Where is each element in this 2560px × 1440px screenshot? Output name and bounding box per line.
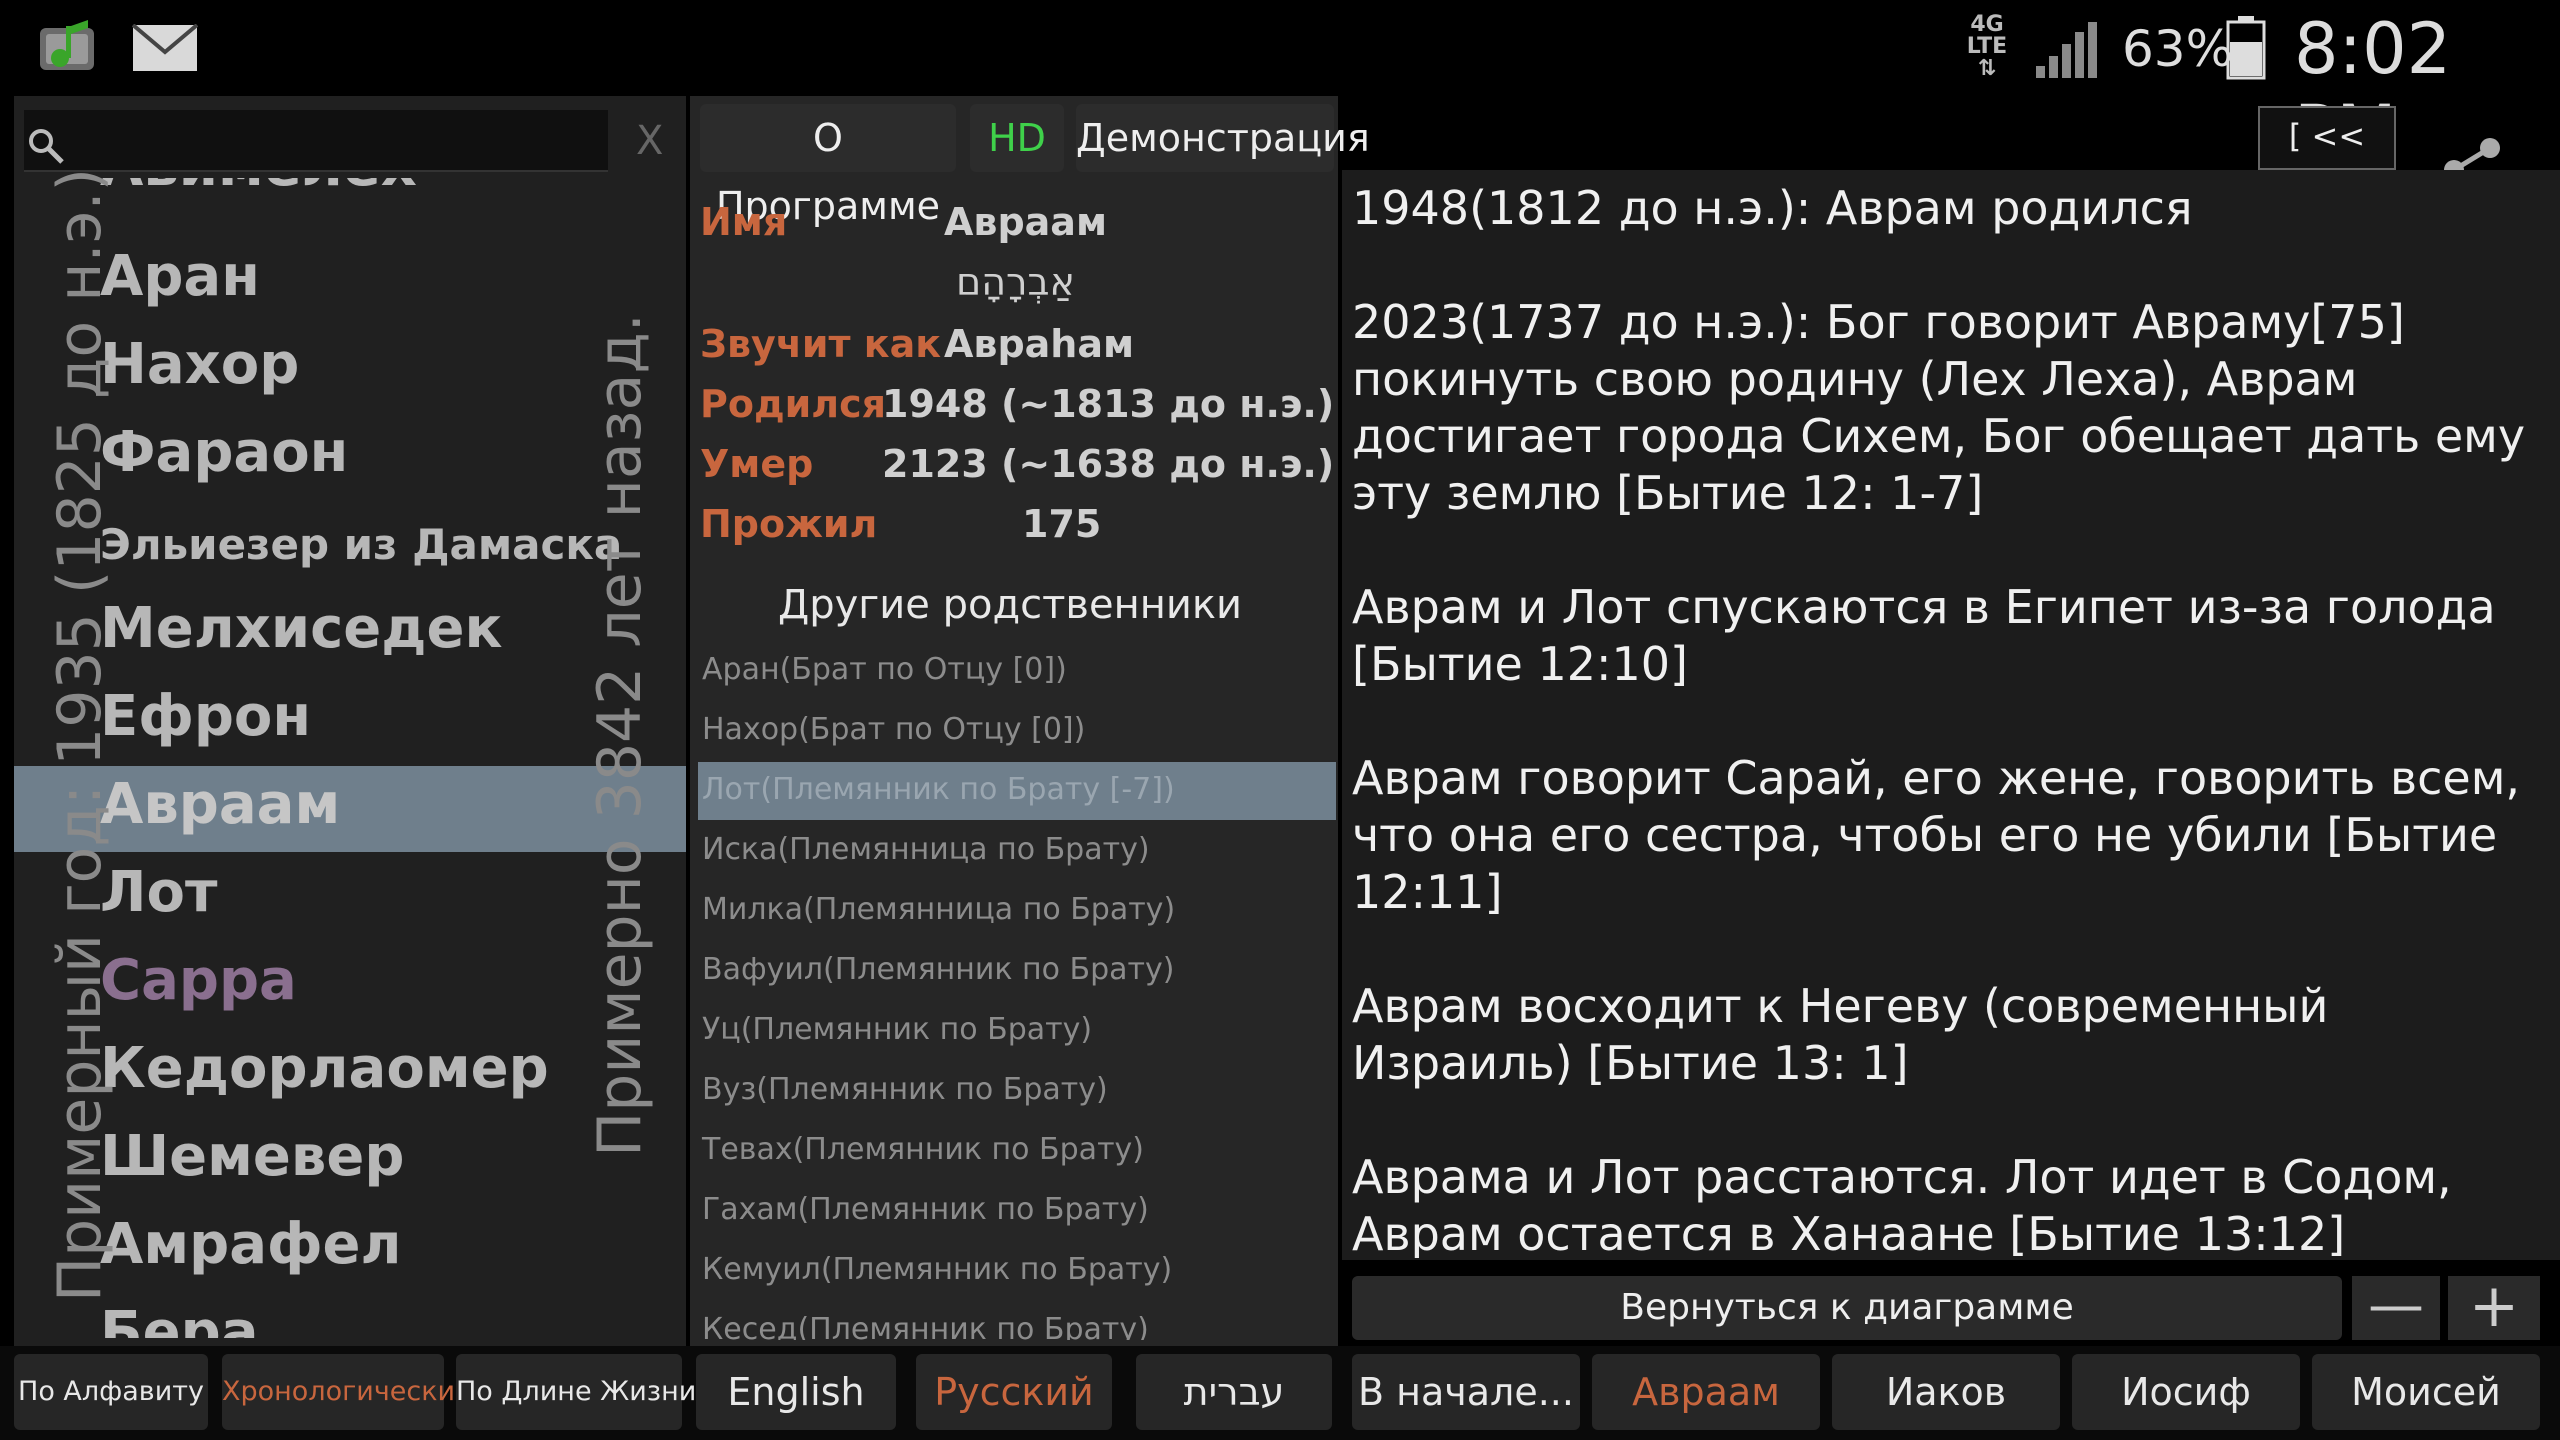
relative-item[interactable]: Кемуил(Племянник по Брату)	[702, 1252, 1172, 1287]
battery-icon	[2226, 16, 2266, 80]
search-icon	[29, 129, 64, 164]
person-born: 1948 (~1813 до н.э.)	[882, 382, 1335, 426]
zoom-in-button[interactable]: +	[2448, 1276, 2540, 1340]
event-entry: Аврам и Лот спускаются в Египет из-за го…	[1352, 580, 2496, 691]
name-item[interactable]: Лот	[100, 860, 217, 925]
era-moses-button[interactable]: Моисей	[2312, 1354, 2540, 1430]
prev-next-button[interactable]: [ << >> ]	[2258, 106, 2396, 211]
lte-icon: 4G LTE ⇅	[1966, 12, 2008, 81]
relative-item[interactable]: Вафуил(Племянник по Брату)	[702, 952, 1174, 987]
born-label: Родился	[700, 382, 887, 426]
person-hebrew-name: אַבְרָהָם	[956, 260, 1075, 304]
person-lifespan: 175	[1022, 502, 1102, 546]
relatives-title: Другие родственники	[777, 582, 1243, 628]
era-joseph-button[interactable]: Иосиф	[2072, 1354, 2300, 1430]
sort-lifespan-button[interactable]: По Длине Жизни	[456, 1354, 696, 1430]
return-to-diagram-button[interactable]: Вернуться к диаграмме	[1352, 1276, 2342, 1340]
name-item[interactable]: Сарра	[100, 948, 297, 1013]
demo-button[interactable]: Демонстрация	[1076, 104, 1370, 172]
event-entry: Аврам говорит Сарай, его жене, говорить …	[1352, 751, 2521, 919]
approx-year-label: Примерный год: 1935 (1825 до н.э.)	[45, 167, 115, 1303]
name-item[interactable]: Аран	[100, 244, 260, 309]
name-item[interactable]: Нахор	[100, 332, 299, 397]
name-label: Имя	[700, 200, 788, 244]
zoom-out-button[interactable]: —	[2352, 1276, 2440, 1340]
signal-icon	[2036, 22, 2097, 78]
about-button[interactable]: О Программе	[700, 104, 956, 228]
mail-icon	[132, 24, 198, 71]
events-text[interactable]: 1948(1812 до н.э.): Аврам родился 2023(1…	[1352, 180, 2552, 1258]
person-name: Авраам	[944, 200, 1108, 244]
era-beginning-button[interactable]: В начале...	[1352, 1354, 1580, 1430]
event-entry: Аврама и Лот расстаются. Лот идет в Содо…	[1352, 1150, 2452, 1258]
relative-item[interactable]: Уц(Племянник по Брату)	[702, 1012, 1092, 1047]
years-ago-label: Примерно 3842 лет назад.	[585, 313, 655, 1157]
relative-item[interactable]: Гахам(Племянник по Брату)	[702, 1192, 1149, 1227]
sort-chronological-button[interactable]: Хронологически	[222, 1354, 455, 1430]
relative-item[interactable]: Нахор(Брат по Отцу [0])	[702, 712, 1085, 747]
name-item[interactable]: Эльиезер из Дамаска	[100, 520, 622, 569]
network-label: 4G LTE	[1966, 12, 2008, 59]
name-item[interactable]: Кедорлаомер	[100, 1036, 549, 1101]
name-item[interactable]: Мелхиседек	[100, 596, 502, 661]
name-item[interactable]: Авимелех	[100, 178, 417, 199]
name-item[interactable]: Бера	[100, 1300, 259, 1338]
relative-item[interactable]: Милка(Племянница по Брату)	[702, 892, 1175, 927]
name-item[interactable]: Шемевер	[100, 1124, 404, 1189]
name-item[interactable]: Ефрон	[100, 684, 311, 749]
name-item[interactable]: Фараон	[100, 420, 348, 485]
event-entry: Аврам восходит к Негеву (современный Изр…	[1352, 979, 2329, 1090]
person-pronunciation: Авраhам	[944, 322, 1135, 366]
music-icon	[40, 20, 94, 70]
relative-item[interactable]: Иска(Племянница по Брату)	[702, 832, 1150, 867]
lived-label: Прожил	[700, 502, 878, 546]
search-clear-button[interactable]: X	[636, 118, 663, 164]
language-russian-button[interactable]: Русский	[916, 1354, 1112, 1430]
sounds-like-label: Звучит как	[700, 322, 942, 366]
battery-percent: 63%	[2122, 20, 2234, 78]
era-jacob-button[interactable]: Иаков	[1832, 1354, 2060, 1430]
person-died: 2123 (~1638 до н.э.)	[882, 442, 1335, 486]
sort-alphabetical-button[interactable]: По Алфавиту	[14, 1354, 208, 1430]
relative-item[interactable]: Кесед(Племянник по Брату)	[702, 1312, 1149, 1340]
hd-button[interactable]: HD	[970, 104, 1064, 172]
relative-item-selected[interactable]: Лот(Племянник по Брату [-7])	[702, 772, 1175, 807]
search-input[interactable]	[24, 110, 608, 172]
name-item[interactable]: Амрафел	[100, 1212, 402, 1277]
died-label: Умер	[700, 442, 814, 486]
relatives-list[interactable]: Аран(Брат по Отцу [0]) Нахор(Брат по Отц…	[690, 640, 1338, 1340]
language-english-button[interactable]: English	[696, 1354, 896, 1430]
relative-item[interactable]: Вуз(Племянник по Брату)	[702, 1072, 1108, 1107]
relative-item[interactable]: Тевах(Племянник по Брату)	[702, 1132, 1144, 1167]
language-hebrew-button[interactable]: עברית	[1136, 1354, 1332, 1430]
event-entry: 2023(1737 до н.э.): Бог говорит Авраму[7…	[1352, 295, 2526, 520]
name-item-selected[interactable]: Авраам	[100, 772, 340, 837]
relative-item[interactable]: Аран(Брат по Отцу [0])	[702, 652, 1067, 687]
event-entry: 1948(1812 до н.э.): Аврам родился	[1352, 181, 2193, 235]
era-abraham-button[interactable]: Авраам	[1592, 1354, 1820, 1430]
